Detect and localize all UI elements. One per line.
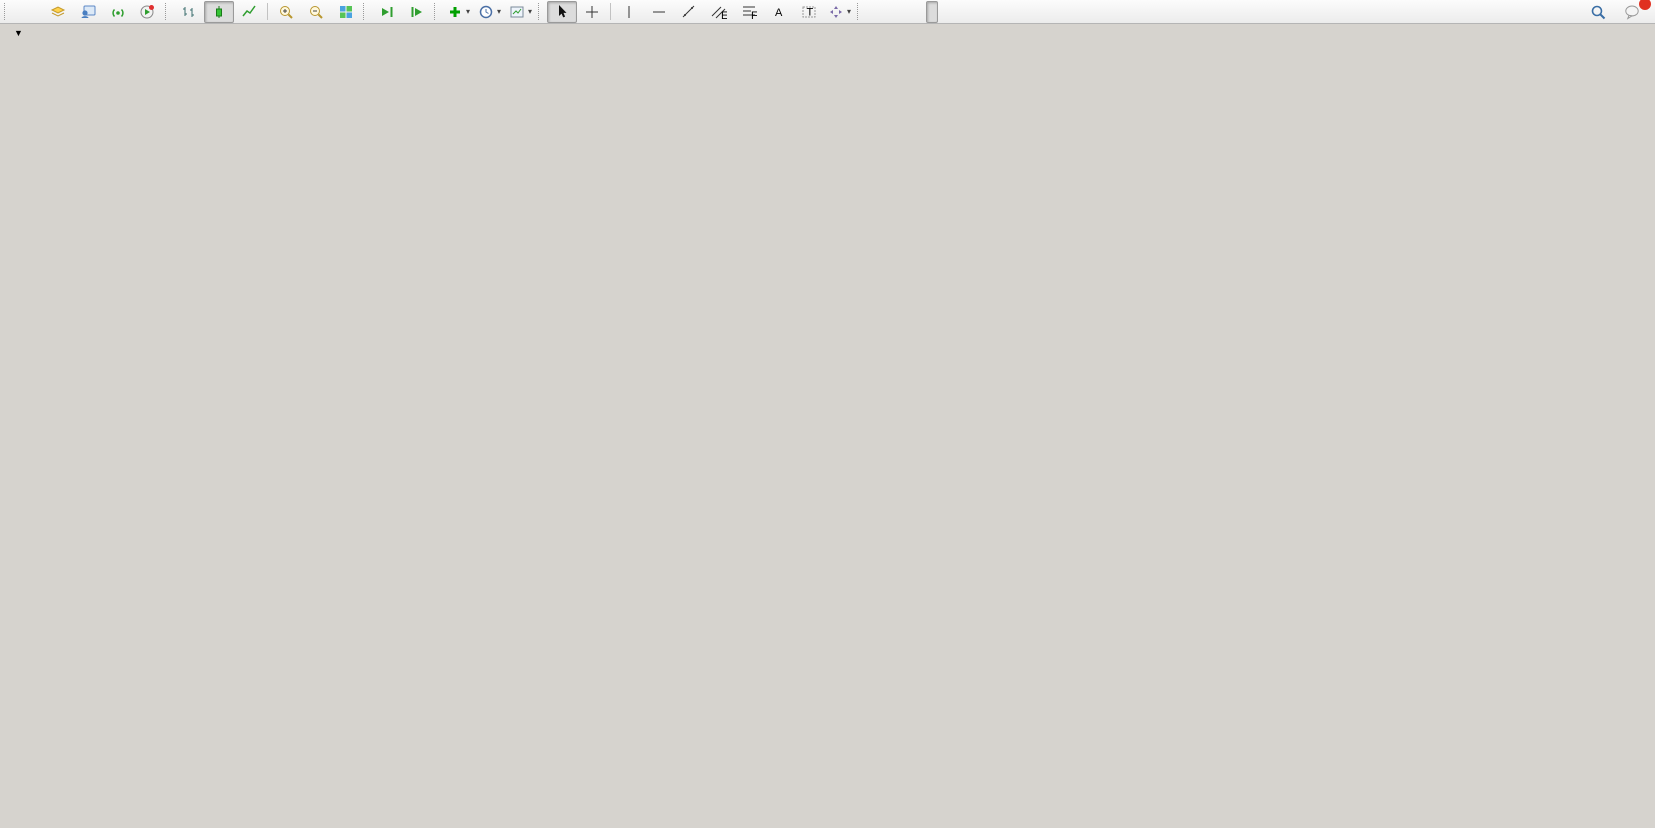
- zoom-in-button[interactable]: [271, 1, 301, 23]
- chart-shift-button[interactable]: [402, 1, 432, 23]
- notification-badge: [1639, 0, 1651, 10]
- crosshair-icon: [584, 4, 600, 20]
- trendline-icon: [681, 4, 697, 20]
- zoom-in-icon: [278, 4, 294, 20]
- toolbar-separator: [267, 3, 268, 20]
- text-button[interactable]: A: [764, 1, 794, 23]
- auto-scroll-icon: [379, 4, 395, 20]
- trendline-button[interactable]: [674, 1, 704, 23]
- indicators-button[interactable]: ▾: [443, 1, 474, 23]
- horizontal-line-button[interactable]: [644, 1, 674, 23]
- market-depth-button[interactable]: [43, 1, 73, 23]
- timeframe-h4[interactable]: [926, 1, 938, 23]
- text-a-icon: A: [771, 4, 787, 20]
- profile-window-icon: [80, 4, 96, 20]
- chevron-down-icon: ▾: [497, 7, 501, 16]
- chart-canvas[interactable]: [0, 0, 1655, 828]
- collapse-triangle-icon[interactable]: ▼: [14, 28, 23, 38]
- timeframe-h1[interactable]: [914, 1, 926, 23]
- candlestick-icon: [211, 4, 227, 20]
- timeframe-m1[interactable]: [866, 1, 878, 23]
- periods-button[interactable]: ▾: [474, 1, 505, 23]
- chat-button[interactable]: [1617, 1, 1647, 23]
- auto-scroll-button[interactable]: [372, 1, 402, 23]
- candlestick-chart-button[interactable]: [204, 1, 234, 23]
- equidistant-channel-icon: E: [711, 4, 727, 20]
- chart-shift-icon: [409, 4, 425, 20]
- templates-button[interactable]: ▾: [505, 1, 536, 23]
- zoom-out-icon: [308, 4, 324, 20]
- arrows-button[interactable]: ▾: [824, 1, 855, 23]
- timeframe-m5[interactable]: [878, 1, 890, 23]
- svg-text:T: T: [807, 6, 814, 18]
- signals-button[interactable]: [103, 1, 133, 23]
- data-window-button[interactable]: [73, 1, 103, 23]
- horizontal-line-icon: [651, 4, 667, 20]
- signal-icon: [110, 4, 126, 20]
- text-label-button[interactable]: T: [794, 1, 824, 23]
- toolbar-grip[interactable]: [363, 3, 368, 20]
- line-chart-icon: [241, 4, 257, 20]
- auto-trading-button[interactable]: [133, 1, 163, 23]
- timeframe-mn[interactable]: [962, 1, 974, 23]
- svg-text:E: E: [721, 10, 727, 20]
- toolbar-grip[interactable]: [434, 3, 439, 20]
- toolbar-right-group: [1583, 1, 1653, 23]
- clock-icon: [478, 4, 494, 20]
- mt4-window: ▾ ▾ ▾ E F A: [0, 0, 1655, 828]
- toolbar: ▾ ▾ ▾ E F A: [0, 0, 1655, 24]
- auto-trading-icon: [139, 4, 155, 20]
- search-button[interactable]: [1583, 1, 1613, 23]
- toolbar-grip[interactable]: [857, 3, 862, 20]
- vertical-line-button[interactable]: [614, 1, 644, 23]
- toolbar-grip[interactable]: [4, 3, 9, 20]
- bar-chart-button[interactable]: [174, 1, 204, 23]
- svg-text:F: F: [751, 10, 757, 20]
- cursor-button[interactable]: [547, 1, 577, 23]
- chevron-down-icon: ▾: [466, 7, 470, 16]
- tile-windows-button[interactable]: [331, 1, 361, 23]
- chat-bubble-icon: [1624, 3, 1641, 20]
- channel-button[interactable]: E: [704, 1, 734, 23]
- bar-chart-icon: [181, 4, 197, 20]
- toolbar-grip[interactable]: [165, 3, 170, 20]
- template-icon: [509, 4, 525, 20]
- arrow-objects-icon: [828, 4, 844, 20]
- timeframe-d1[interactable]: [938, 1, 950, 23]
- fibonacci-icon: F: [741, 4, 757, 20]
- svg-text:A: A: [775, 7, 783, 19]
- chart-header: ▼: [14, 28, 41, 38]
- vertical-line-icon: [621, 4, 637, 20]
- timeframe-w1[interactable]: [950, 1, 962, 23]
- crosshair-button[interactable]: [577, 1, 607, 23]
- gold-layers-icon: [50, 4, 66, 20]
- new-order-button[interactable]: [13, 1, 43, 23]
- chevron-down-icon: ▾: [528, 7, 532, 16]
- label-t-icon: T: [801, 4, 817, 20]
- search-icon: [1590, 4, 1606, 20]
- toolbar-grip[interactable]: [538, 3, 543, 20]
- timeframe-m30[interactable]: [902, 1, 914, 23]
- timeframe-m15[interactable]: [890, 1, 902, 23]
- add-indicator-icon: [447, 4, 463, 20]
- tile-windows-icon: [338, 4, 354, 20]
- cursor-icon: [554, 4, 570, 20]
- fibonacci-button[interactable]: F: [734, 1, 764, 23]
- toolbar-separator: [610, 3, 611, 20]
- zoom-out-button[interactable]: [301, 1, 331, 23]
- chevron-down-icon: ▾: [847, 7, 851, 16]
- line-chart-button[interactable]: [234, 1, 264, 23]
